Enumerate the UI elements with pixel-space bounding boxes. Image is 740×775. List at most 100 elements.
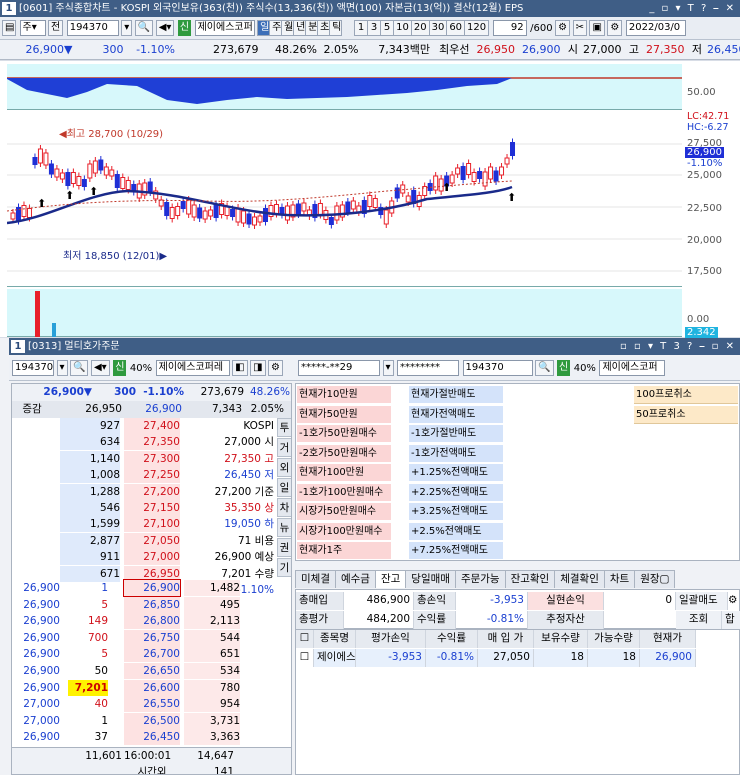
- buy-row[interactable]: 27,000 40 26,550 954: [12, 696, 291, 713]
- quick-order-button[interactable]: -1호가전액매도: [409, 444, 503, 463]
- quick-order-button[interactable]: +2.25%전액매도: [409, 483, 503, 502]
- period-tab[interactable]: 틱: [329, 20, 343, 36]
- sell-price[interactable]: 27,300: [124, 450, 180, 467]
- sell-row[interactable]: 1,008 27,250 26,450 저: [12, 467, 291, 484]
- account-tab[interactable]: 당일매매: [405, 570, 456, 588]
- sell-row[interactable]: 2,877 27,050 71 비용: [12, 532, 291, 549]
- buy-price[interactable]: 26,850: [124, 596, 180, 613]
- layout-icon[interactable]: ◧: [232, 360, 248, 376]
- quick-order-button[interactable]: +3.25%전액매도: [409, 503, 503, 521]
- column-header[interactable]: 보유수량: [534, 630, 588, 648]
- dropdown-icon[interactable]: ▾: [56, 360, 68, 376]
- account-tab[interactable]: 체결확인: [554, 570, 605, 588]
- quick-order-button[interactable]: 현재가전액매도: [409, 405, 503, 424]
- sell-row[interactable]: 546 27,150 35,350 상: [12, 500, 291, 516]
- quick-order-button[interactable]: -1호가50만원매수: [297, 425, 391, 443]
- sell-row[interactable]: 634 27,350 27,000 시: [12, 434, 291, 451]
- column-header[interactable]: 현재가: [640, 630, 696, 648]
- side-tab[interactable]: 권: [277, 538, 291, 557]
- search-icon[interactable]: 🔍: [70, 360, 89, 376]
- sell-price[interactable]: 27,200: [124, 483, 180, 500]
- quick-order-button[interactable]: 시장가100만원매수: [297, 522, 391, 541]
- quick-order-button[interactable]: 현재가100만원: [297, 464, 391, 482]
- buy-row[interactable]: 26,900 50 26,650 534: [12, 663, 291, 679]
- account-tab[interactable]: 잔고: [374, 570, 407, 588]
- quick-order-button[interactable]: +1.25%전액매도: [409, 464, 503, 482]
- quick-order-button[interactable]: 시장가50만원매수: [297, 503, 391, 521]
- interval-tab[interactable]: 120: [464, 20, 490, 36]
- password-input[interactable]: ********: [397, 360, 460, 376]
- quick-order-button[interactable]: 현재가10만원: [297, 386, 391, 404]
- buy-row[interactable]: 27,000 1 26,500 3,731: [12, 712, 291, 729]
- menu-icon[interactable]: ▤: [2, 20, 16, 36]
- account-tab[interactable]: 주문가능: [454, 570, 506, 588]
- sell-price[interactable]: 27,250: [124, 467, 180, 484]
- interval-tab[interactable]: 10: [393, 20, 412, 36]
- save-icon[interactable]: ▣: [589, 20, 605, 36]
- holding-name[interactable]: 제이에스코: [314, 649, 356, 667]
- quick-order-button[interactable]: -2호가50만원매수: [297, 444, 391, 463]
- sell-price[interactable]: 27,100: [124, 516, 180, 533]
- interval-tab[interactable]: 5: [380, 20, 395, 36]
- tools-icon[interactable]: ✂: [572, 20, 587, 36]
- sell-price[interactable]: 27,000: [124, 549, 180, 566]
- sell-price[interactable]: 27,400: [124, 418, 180, 434]
- buy-row[interactable]: 26,900 1 26,900 1,482: [12, 579, 291, 597]
- buy-row[interactable]: 26,900 5 26,850 495: [12, 596, 291, 613]
- side-tab[interactable]: 투: [277, 418, 291, 437]
- column-header[interactable]: 평가손익: [356, 630, 426, 648]
- buy-row[interactable]: 26,900 5 26,700 651: [12, 646, 291, 663]
- gear-icon[interactable]: ⚙: [607, 20, 623, 36]
- quick-order-button[interactable]: 현재가50만원: [297, 405, 391, 424]
- market-select[interactable]: 주▾: [19, 20, 46, 36]
- full-button[interactable]: 전: [48, 20, 64, 36]
- side-tab[interactable]: 기: [277, 558, 291, 577]
- column-header[interactable]: 종목명: [314, 630, 356, 648]
- buy-price[interactable]: 26,600: [124, 679, 180, 696]
- buy-row[interactable]: 26,900 37 26,450 3,363: [12, 729, 291, 746]
- volume-pane[interactable]: [7, 289, 682, 337]
- interval-tab[interactable]: 30: [428, 20, 448, 36]
- buy-price[interactable]: 26,650: [124, 663, 180, 679]
- quick-order-button[interactable]: +2.5%전액매도: [409, 522, 503, 541]
- row-checkbox[interactable]: ☐: [296, 649, 314, 667]
- sell-price[interactable]: 27,050: [124, 532, 180, 549]
- buy-price[interactable]: 26,800: [124, 613, 180, 630]
- gear-icon[interactable]: ⚙: [728, 592, 740, 610]
- settings-icon[interactable]: ⚙: [555, 20, 571, 36]
- date-input[interactable]: 2022/03/0: [625, 20, 686, 36]
- count-input[interactable]: 92: [492, 20, 527, 36]
- interval-tab[interactable]: 3: [367, 20, 382, 36]
- sell-row[interactable]: 1,288 27,200 27,200 기준: [12, 483, 291, 500]
- column-header[interactable]: 가능수량: [588, 630, 640, 648]
- buy-row[interactable]: 26,900 700 26,750 544: [12, 629, 291, 646]
- buy-price[interactable]: 26,700: [124, 646, 180, 663]
- header-checkbox[interactable]: ☐: [296, 630, 314, 648]
- buy-price[interactable]: 26,450: [124, 729, 180, 746]
- account-tab[interactable]: 잔고확인: [504, 570, 556, 588]
- window-controls[interactable]: _ ▫ ▾ T ? ⎯ ✕: [649, 0, 736, 17]
- account-tab[interactable]: 원장▢: [634, 570, 676, 588]
- buy-price[interactable]: 26,750: [124, 629, 180, 646]
- quick-order-button[interactable]: -1호가절반매도: [409, 425, 503, 443]
- cancel-button[interactable]: 50프로취소: [634, 405, 738, 424]
- gear-icon[interactable]: ⚙: [268, 360, 284, 376]
- side-tab[interactable]: 차: [277, 498, 291, 517]
- interval-tab[interactable]: 1: [354, 20, 369, 36]
- quick-order-button[interactable]: +7.25%전액매도: [409, 542, 503, 560]
- order-code2-input[interactable]: 194370: [462, 360, 533, 376]
- price-pane[interactable]: ⬆ ⬆ ⬆ ⬆ ⬆ ◀최고 28,700 (10/29) 최저 18,850 (12/0…: [6, 111, 682, 287]
- cancel-button[interactable]: 100프로취소: [634, 386, 738, 404]
- account-dropdown-icon[interactable]: ▾: [382, 360, 394, 376]
- dropdown-icon[interactable]: ▾: [121, 20, 133, 36]
- sell-row[interactable]: 1,140 27,300 27,350 고: [12, 450, 291, 467]
- stock-code-input[interactable]: 194370: [66, 20, 119, 36]
- interval-tab[interactable]: 60: [446, 20, 466, 36]
- buy-price[interactable]: 26,550: [124, 696, 180, 713]
- account-input[interactable]: *****-**29: [298, 360, 381, 376]
- order-code-input[interactable]: 194370: [12, 360, 54, 376]
- sell-row[interactable]: 927 27,400 KOSPI: [12, 418, 291, 434]
- side-tab[interactable]: 외: [277, 458, 291, 477]
- quick-order-button[interactable]: -1호가100만원매수: [297, 483, 391, 502]
- account-tab[interactable]: 미체결: [295, 570, 336, 588]
